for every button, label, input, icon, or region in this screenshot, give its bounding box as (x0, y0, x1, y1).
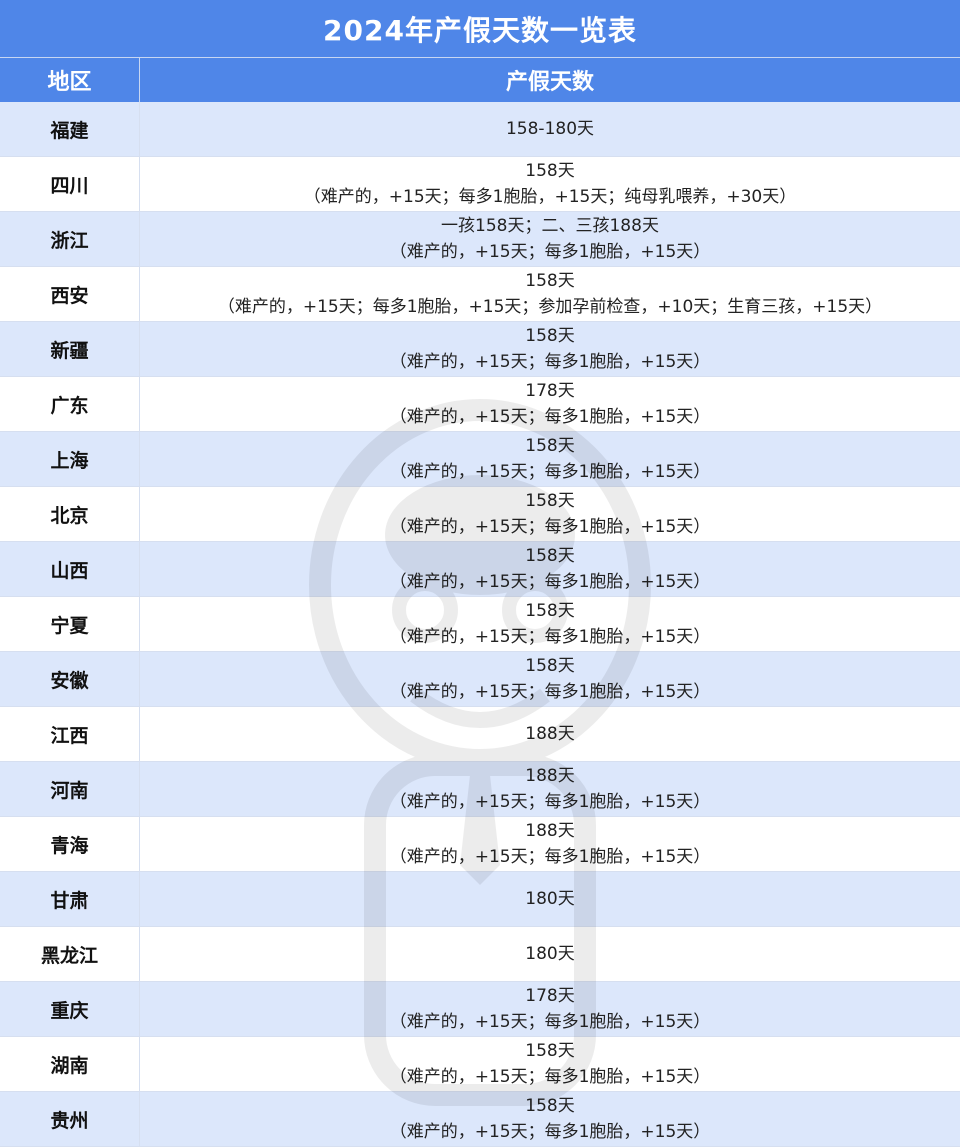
table-row: 青海 188天 （难产的，+15天；每多1胞胎，+15天） (0, 817, 960, 872)
region-cell: 广东 (0, 377, 140, 431)
days-cell: 158天 （难产的，+15天；每多1胞胎，+15天） (140, 322, 960, 376)
region-cell: 重庆 (0, 982, 140, 1036)
days-main: 158天 (525, 326, 575, 346)
days-main: 188天 (525, 821, 575, 841)
days-main: 158天 (525, 491, 575, 511)
days-cell: 158天 （难产的，+15天；每多1胞胎，+15天） (140, 1037, 960, 1091)
days-main: 178天 (525, 381, 575, 401)
region-cell: 河南 (0, 762, 140, 816)
days-main: 180天 (525, 944, 575, 964)
header-region: 地区 (0, 58, 140, 102)
table-row: 安徽 158天 （难产的，+15天；每多1胞胎，+15天） (0, 652, 960, 707)
region-cell: 新疆 (0, 322, 140, 376)
days-main: 158天 (525, 1041, 575, 1061)
days-main: 一孩158天；二、三孩188天 (441, 216, 659, 236)
table-body: 福建 158-180天四川 158天 （难产的，+15天；每多1胞胎，+15天；纯母乳… (0, 102, 960, 1147)
days-main: 178天 (525, 986, 575, 1006)
region-cell: 宁夏 (0, 597, 140, 651)
days-main: 158天 (525, 161, 575, 181)
region-cell: 福建 (0, 102, 140, 156)
days-main: 158天 (525, 271, 575, 291)
days-main: 158天 (525, 1096, 575, 1116)
region-cell: 安徽 (0, 652, 140, 706)
days-extra: （难产的，+15天；每多1胞胎，+15天；纯母乳喂养，+30天） (303, 187, 797, 207)
days-extra: （难产的，+15天；每多1胞胎，+15天） (389, 407, 711, 427)
days-extra: （难产的，+15天；每多1胞胎，+15天） (389, 572, 711, 592)
region-cell: 四川 (0, 157, 140, 211)
days-extra: （难产的，+15天；每多1胞胎，+15天） (389, 352, 711, 372)
days-extra: （难产的，+15天；每多1胞胎，+15天） (389, 1012, 711, 1032)
days-extra: （难产的，+15天；每多1胞胎，+15天） (389, 682, 711, 702)
table-row: 宁夏 158天 （难产的，+15天；每多1胞胎，+15天） (0, 597, 960, 652)
days-cell: 180天 (140, 927, 960, 981)
days-main: 180天 (525, 889, 575, 909)
table-row: 山西 158天 （难产的，+15天；每多1胞胎，+15天） (0, 542, 960, 597)
days-main: 188天 (525, 766, 575, 786)
days-extra: （难产的，+15天；每多1胞胎，+15天；参加孕前检查，+10天；生育三孩，+1… (217, 297, 883, 317)
days-main: 158天 (525, 436, 575, 456)
days-cell: 158天 （难产的，+15天；每多1胞胎，+15天） (140, 652, 960, 706)
maternity-leave-table: 2024年产假天数一览表 地区 产假天数 福建 158-180天四川 158天 （难产… (0, 0, 960, 1148)
table-row: 甘肃 180天 (0, 872, 960, 927)
table-title: 2024年产假天数一览表 (0, 0, 960, 58)
table-row: 上海 158天 （难产的，+15天；每多1胞胎，+15天） (0, 432, 960, 487)
region-cell: 北京 (0, 487, 140, 541)
days-extra: （难产的，+15天；每多1胞胎，+15天） (389, 792, 711, 812)
region-cell: 江西 (0, 707, 140, 761)
days-extra: （难产的，+15天；每多1胞胎，+15天） (389, 1122, 711, 1142)
region-cell: 青海 (0, 817, 140, 871)
region-cell: 湖南 (0, 1037, 140, 1091)
table-row: 广东 178天 （难产的，+15天；每多1胞胎，+15天） (0, 377, 960, 432)
table-row: 新疆 158天 （难产的，+15天；每多1胞胎，+15天） (0, 322, 960, 377)
table-row: 西安 158天 （难产的，+15天；每多1胞胎，+15天；参加孕前检查，+10天；生… (0, 267, 960, 322)
days-main: 158-180天 (505, 119, 595, 139)
table-row: 湖南 158天 （难产的，+15天；每多1胞胎，+15天） (0, 1037, 960, 1092)
table-row: 浙江 一孩158天；二、三孩188天 （难产的，+15天；每多1胞胎，+15天） (0, 212, 960, 267)
days-extra: （难产的，+15天；每多1胞胎，+15天） (389, 1067, 711, 1087)
days-cell: 158天 （难产的，+15天；每多1胞胎，+15天） (140, 597, 960, 651)
region-cell: 贵州 (0, 1092, 140, 1146)
days-cell: 180天 (140, 872, 960, 926)
days-cell: 一孩158天；二、三孩188天 （难产的，+15天；每多1胞胎，+15天） (140, 212, 960, 266)
days-extra: （难产的，+15天；每多1胞胎，+15天） (389, 517, 711, 537)
region-cell: 甘肃 (0, 872, 140, 926)
days-cell: 188天 (140, 707, 960, 761)
region-cell: 上海 (0, 432, 140, 486)
table-row: 贵州 158天 （难产的，+15天；每多1胞胎，+15天） (0, 1092, 960, 1147)
table-row: 江西 188天 (0, 707, 960, 762)
table-row: 河南 188天 （难产的，+15天；每多1胞胎，+15天） (0, 762, 960, 817)
days-cell: 158天 （难产的，+15天；每多1胞胎，+15天） (140, 432, 960, 486)
days-cell: 158-180天 (140, 102, 960, 156)
table-row: 北京 158天 （难产的，+15天；每多1胞胎，+15天） (0, 487, 960, 542)
days-cell: 158天 （难产的，+15天；每多1胞胎，+15天；纯母乳喂养，+30天） (140, 157, 960, 211)
table-row: 福建 158-180天 (0, 102, 960, 157)
region-cell: 山西 (0, 542, 140, 596)
days-extra: （难产的，+15天；每多1胞胎，+15天） (389, 627, 711, 647)
days-main: 158天 (525, 546, 575, 566)
days-cell: 158天 （难产的，+15天；每多1胞胎，+15天） (140, 1092, 960, 1146)
days-cell: 188天 （难产的，+15天；每多1胞胎，+15天） (140, 762, 960, 816)
days-cell: 158天 （难产的，+15天；每多1胞胎，+15天） (140, 542, 960, 596)
table-header-row: 地区 产假天数 (0, 58, 960, 102)
days-cell: 178天 （难产的，+15天；每多1胞胎，+15天） (140, 982, 960, 1036)
days-main: 158天 (525, 601, 575, 621)
days-main: 158天 (525, 656, 575, 676)
region-cell: 黑龙江 (0, 927, 140, 981)
table-row: 重庆 178天 （难产的，+15天；每多1胞胎，+15天） (0, 982, 960, 1037)
header-days: 产假天数 (505, 70, 594, 95)
region-cell: 浙江 (0, 212, 140, 266)
days-main: 188天 (525, 724, 575, 744)
days-extra: （难产的，+15天；每多1胞胎，+15天） (389, 462, 711, 482)
days-cell: 188天 （难产的，+15天；每多1胞胎，+15天） (140, 817, 960, 871)
table-row: 四川 158天 （难产的，+15天；每多1胞胎，+15天；纯母乳喂养，+30天） (0, 157, 960, 212)
region-cell: 西安 (0, 267, 140, 321)
days-cell: 158天 （难产的，+15天；每多1胞胎，+15天；参加孕前检查，+10天；生育三… (140, 267, 960, 321)
table-row: 黑龙江 180天 (0, 927, 960, 982)
days-cell: 158天 （难产的，+15天；每多1胞胎，+15天） (140, 487, 960, 541)
days-extra: （难产的，+15天；每多1胞胎，+15天） (389, 847, 711, 867)
days-extra: （难产的，+15天；每多1胞胎，+15天） (389, 242, 711, 262)
days-cell: 178天 （难产的，+15天；每多1胞胎，+15天） (140, 377, 960, 431)
